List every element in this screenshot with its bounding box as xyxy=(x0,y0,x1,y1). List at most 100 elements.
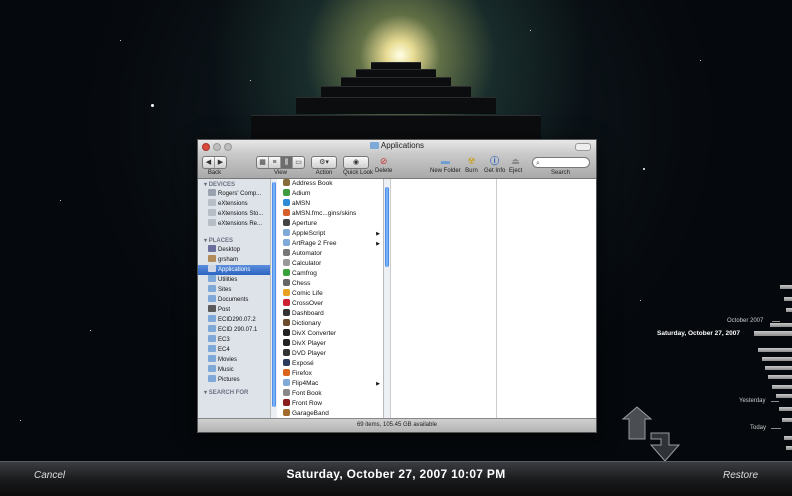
forward-button[interactable]: ▶ xyxy=(215,157,226,168)
sidebar-item-documents[interactable]: Documents xyxy=(198,295,270,305)
sidebar-item-pictures[interactable]: Pictures xyxy=(198,375,270,385)
list-item[interactable]: DivX Converter xyxy=(281,329,382,339)
applications-scrollbar[interactable] xyxy=(383,179,390,419)
list-item[interactable]: Dashboard xyxy=(281,309,382,319)
forward-in-time-arrow-icon[interactable] xyxy=(649,432,681,462)
toolbar-toggle-button[interactable] xyxy=(575,143,591,151)
sidebar-item-home[interactable]: grsham xyxy=(198,255,270,265)
folder-icon xyxy=(208,315,216,322)
eject-group[interactable]: ⏏ Eject xyxy=(509,156,522,174)
star xyxy=(250,80,251,81)
list-item[interactable]: ArtRage 2 Free ▶ xyxy=(281,239,382,249)
restore-button[interactable]: Restore xyxy=(723,470,758,481)
sidebar-item-utilities[interactable]: Utilities xyxy=(198,275,270,285)
star xyxy=(90,330,91,331)
timeline-bar[interactable] xyxy=(770,323,792,327)
list-item[interactable]: Font Book xyxy=(281,389,382,399)
back-in-time-arrow-icon[interactable] xyxy=(621,406,653,440)
timeline-yesterday-label[interactable]: Yesterday xyxy=(739,398,765,404)
list-item[interactable]: Address Book xyxy=(281,179,382,189)
sidebar-item-extensions-storage[interactable]: eXtensions Sto... xyxy=(198,209,270,219)
list-item[interactable]: Front Row xyxy=(281,399,382,409)
burn-group[interactable]: ☢ Burn xyxy=(465,156,478,174)
column-view-button[interactable]: ⫼ xyxy=(281,157,293,168)
list-item[interactable]: Aperture xyxy=(281,219,382,229)
list-item[interactable]: Adium xyxy=(281,189,382,199)
applications-scroll-thumb[interactable] xyxy=(385,187,389,267)
dashboard-icon xyxy=(283,309,290,316)
folder-icon xyxy=(208,325,216,332)
list-item[interactable]: DVD Player xyxy=(281,349,382,359)
list-item[interactable]: Chess xyxy=(281,279,382,289)
column-divider xyxy=(496,179,497,419)
get-info-group[interactable]: ⓘ Get Info xyxy=(484,156,505,174)
sidebar-item-computer[interactable]: Rogers' Comp... xyxy=(198,189,270,199)
pictures-icon xyxy=(208,375,216,382)
timeline-bar[interactable] xyxy=(782,418,792,422)
list-item[interactable]: AppleScript ▶ xyxy=(281,229,382,239)
garageband-icon xyxy=(283,409,290,416)
sidebar-item-desktop[interactable]: Desktop xyxy=(198,245,270,255)
list-item[interactable]: CrossOver xyxy=(281,299,382,309)
folder-icon xyxy=(208,295,216,302)
list-item[interactable]: Automator xyxy=(281,249,382,259)
sidebar-scrollbar[interactable] xyxy=(270,179,277,419)
sidebar-item-ecid290-07-2[interactable]: ECID290.07.2 xyxy=(198,315,270,325)
sidebar-item-sites[interactable]: Sites xyxy=(198,285,270,295)
sidebar-item-extensions-re[interactable]: eXtensions Re... xyxy=(198,219,270,229)
sidebar-scroll-thumb[interactable] xyxy=(272,182,276,407)
timeline-bar[interactable] xyxy=(786,308,792,312)
timeline-bar[interactable] xyxy=(762,357,792,361)
timeline-bar[interactable] xyxy=(772,385,792,389)
sidebar-item-music[interactable]: Music xyxy=(198,365,270,375)
timeline-today-label[interactable]: Today xyxy=(750,425,766,431)
delete-group[interactable]: ⊘ Delete xyxy=(375,156,392,174)
list-item[interactable]: Flip4Mac ▶ xyxy=(281,379,382,389)
timeline-bar[interactable] xyxy=(776,394,792,398)
new-folder-group[interactable]: ▬ New Folder xyxy=(430,156,461,174)
list-item[interactable]: DivX Player xyxy=(281,339,382,349)
comic-life-icon xyxy=(283,289,290,296)
title-bar[interactable]: Applications xyxy=(198,140,596,154)
applications-column: Address Book Adium aMSN aMSN.fmc...gins/… xyxy=(281,179,382,419)
list-item[interactable]: Dictionary xyxy=(281,319,382,329)
sidebar-devices-header: ▾ DEVICES xyxy=(204,182,236,188)
timeline-month-label[interactable]: October 2007 xyxy=(727,318,763,324)
timeline-bar[interactable] xyxy=(754,331,792,336)
timeline-current-label[interactable]: Saturday, October 27, 2007 xyxy=(657,330,740,337)
search-input[interactable]: ⌕ xyxy=(532,157,590,168)
list-item[interactable]: Firefox xyxy=(281,369,382,379)
timeline-bar[interactable] xyxy=(780,285,792,289)
coverflow-view-button[interactable]: ▭ xyxy=(293,157,304,168)
timeline-bar[interactable] xyxy=(784,436,792,440)
gear-icon[interactable]: ⚙▾ xyxy=(312,157,336,168)
list-item[interactable]: Exposé xyxy=(281,359,382,369)
sidebar-item-ecid290-07-1[interactable]: ECID 290.07.1 xyxy=(198,325,270,335)
sidebar-item-ec3[interactable]: EC3 xyxy=(198,335,270,345)
sidebar-item-extensions[interactable]: eXtensions xyxy=(198,199,270,209)
folder-icon xyxy=(208,285,216,292)
sidebar-item-applications[interactable]: Applications xyxy=(198,265,270,275)
timeline-tick xyxy=(772,321,780,322)
timeline-bar[interactable] xyxy=(768,375,792,379)
disclosure-arrow-icon: ▶ xyxy=(376,241,380,247)
timeline-bar[interactable] xyxy=(779,407,792,411)
sidebar-item-post[interactable]: Post xyxy=(198,305,270,315)
list-item[interactable]: aMSN xyxy=(281,199,382,209)
icon-view-button[interactable]: ▦ xyxy=(257,157,269,168)
timeline-bar[interactable] xyxy=(786,446,792,450)
timeline-bar[interactable] xyxy=(784,297,792,301)
list-item[interactable]: Camfrog xyxy=(281,269,382,279)
home-icon xyxy=(208,255,216,262)
list-view-button[interactable]: ≡ xyxy=(269,157,281,168)
timeline-bar[interactable] xyxy=(765,366,792,370)
timeline-bar[interactable] xyxy=(758,348,792,352)
list-item[interactable]: Calculator xyxy=(281,259,382,269)
back-button[interactable]: ◀ xyxy=(203,157,215,168)
sidebar-item-ec4[interactable]: EC4 xyxy=(198,345,270,355)
sidebar-item-movies[interactable]: Movies xyxy=(198,355,270,365)
list-item[interactable]: aMSN.fmc...gins/skins xyxy=(281,209,382,219)
list-item[interactable]: Comic Life xyxy=(281,289,382,299)
eye-icon[interactable]: ◉ xyxy=(344,157,368,168)
dvd-player-icon xyxy=(283,349,290,356)
